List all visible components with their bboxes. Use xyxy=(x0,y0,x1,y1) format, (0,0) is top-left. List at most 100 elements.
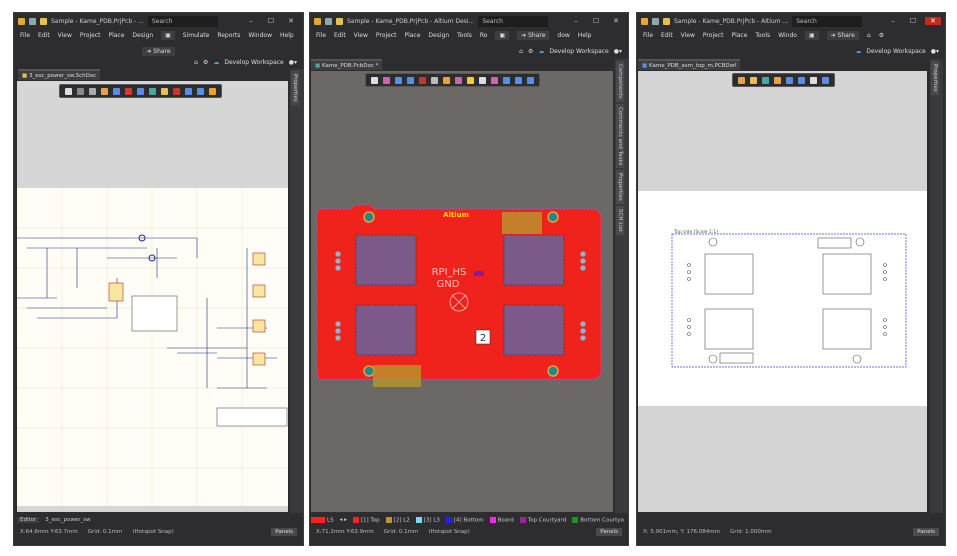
workspace-selector[interactable]: Develop Workspace xyxy=(866,48,925,55)
menu-view[interactable]: View xyxy=(681,32,695,39)
search-input[interactable]: Search xyxy=(792,15,863,27)
dimension-icon[interactable] xyxy=(798,76,805,84)
move-icon[interactable] xyxy=(77,87,84,95)
editor-tab[interactable]: Editor xyxy=(17,517,40,523)
menu-project[interactable]: Project xyxy=(376,32,397,39)
menu-tools[interactable]: Tools xyxy=(457,32,472,39)
save-icon[interactable] xyxy=(29,17,36,25)
bom-icon[interactable] xyxy=(786,76,793,84)
menu-file[interactable]: File xyxy=(643,32,653,39)
directive-icon[interactable] xyxy=(161,87,168,95)
menu-place[interactable]: Place xyxy=(731,32,747,39)
component-icon[interactable] xyxy=(419,76,426,84)
panels-button[interactable]: Panels xyxy=(596,528,622,536)
layer-tab-l3[interactable]: [3] L3 xyxy=(415,516,440,523)
comments-panel-tab[interactable]: Comments and Tasks xyxy=(616,103,624,169)
component-icon[interactable] xyxy=(101,87,108,95)
comment-icon[interactable]: ▣ xyxy=(804,31,819,40)
layer-tab-top-courtyard[interactable]: Top Courtyard xyxy=(519,516,566,523)
open-icon[interactable] xyxy=(336,17,343,25)
filter-icon[interactable] xyxy=(65,87,72,95)
harness-icon[interactable] xyxy=(209,87,216,95)
maximize-button[interactable]: ☐ xyxy=(263,17,279,25)
share-button[interactable]: ➜ Share xyxy=(142,47,175,56)
gear-icon[interactable]: ⚙ xyxy=(528,48,533,55)
minimize-button[interactable]: – xyxy=(885,17,901,25)
diff-pair-icon[interactable] xyxy=(455,76,462,84)
menu-simulate[interactable]: Simulate xyxy=(183,32,210,39)
text-icon[interactable] xyxy=(185,87,192,95)
properties-panel-tab[interactable]: Properties xyxy=(931,61,939,95)
minimize-button[interactable]: – xyxy=(243,17,259,25)
select-icon[interactable] xyxy=(407,76,414,84)
route-icon[interactable] xyxy=(383,76,390,84)
save-icon[interactable] xyxy=(652,17,659,25)
menu-edit[interactable]: Edit xyxy=(661,32,673,39)
drawing-canvas[interactable]: Top side (Scale 1:1) xyxy=(638,71,927,512)
maximize-button[interactable]: ☐ xyxy=(588,17,604,25)
sch-list-panel-tab[interactable]: SCH List xyxy=(616,206,624,235)
open-icon[interactable] xyxy=(663,17,670,25)
pad-icon[interactable] xyxy=(431,76,438,84)
menu-route[interactable]: Ro xyxy=(480,32,488,39)
close-button[interactable]: ✕ xyxy=(608,17,624,25)
polygon-icon[interactable] xyxy=(479,76,486,84)
via-icon[interactable] xyxy=(467,76,474,84)
search-input[interactable]: Search xyxy=(478,15,549,27)
sheet-symbol-icon[interactable] xyxy=(149,87,156,95)
properties-panel-tab[interactable]: Properties xyxy=(616,170,624,204)
home-icon[interactable]: ⌂ xyxy=(867,32,871,39)
home-icon[interactable]: ⌂ xyxy=(519,48,523,55)
layer-scroll-arrows[interactable]: ◂ ▸ xyxy=(340,517,347,523)
menu-view[interactable]: View xyxy=(58,32,72,39)
menu-edit[interactable]: Edit xyxy=(38,32,50,39)
minimize-button[interactable]: – xyxy=(568,17,584,25)
menu-help[interactable]: Help xyxy=(578,32,592,39)
menu-place[interactable]: Place xyxy=(404,32,420,39)
gear-icon[interactable]: ⚙ xyxy=(203,59,208,66)
menu-window[interactable]: dow xyxy=(557,32,569,39)
tab-pcbdoc[interactable]: ■ Kame_PDB.PcbDoc * xyxy=(311,59,383,70)
comment-icon[interactable]: ▣ xyxy=(161,31,175,40)
panels-button[interactable]: Panels xyxy=(271,528,297,536)
maximize-button[interactable]: ☐ xyxy=(905,17,921,25)
schematic-canvas[interactable] xyxy=(17,81,288,512)
select-icon[interactable] xyxy=(89,87,96,95)
close-button[interactable]: ✕ xyxy=(283,17,299,25)
layer-tab-top[interactable]: [1] Top xyxy=(352,516,380,523)
workspace-selector[interactable]: Develop Workspace xyxy=(224,59,283,66)
table-icon[interactable] xyxy=(810,76,817,84)
user-icon[interactable]: ●▾ xyxy=(931,48,939,55)
open-icon[interactable] xyxy=(40,17,47,25)
menu-place[interactable]: Place xyxy=(108,32,124,39)
layer-tab-bottom[interactable]: [4] Bottom xyxy=(445,516,484,523)
layer-tab-bottom-courtyard[interactable]: Bottom Courtya xyxy=(572,516,624,523)
interactive-route-icon[interactable] xyxy=(443,76,450,84)
workspace-selector[interactable]: Develop Workspace xyxy=(549,48,608,55)
menu-file[interactable]: File xyxy=(316,32,326,39)
close-button[interactable]: ✕ xyxy=(925,17,941,25)
menu-design[interactable]: Design xyxy=(132,32,153,39)
wire-icon[interactable] xyxy=(113,87,120,95)
keepout-icon[interactable] xyxy=(491,76,498,84)
layer-tab-l2[interactable]: [2] L2 xyxy=(385,516,410,523)
arc-icon[interactable] xyxy=(197,87,204,95)
user-icon[interactable]: ●▾ xyxy=(614,48,622,55)
menu-file[interactable]: File xyxy=(20,32,30,39)
text-icon[interactable] xyxy=(515,76,522,84)
save-icon[interactable] xyxy=(325,17,332,25)
no-erc-icon[interactable] xyxy=(173,87,180,95)
line-icon[interactable] xyxy=(822,76,829,84)
tab-schdoc[interactable]: ■ 3_esc_power_sw.SchDoc xyxy=(18,69,101,80)
menu-tools[interactable]: Tools xyxy=(755,32,770,39)
menu-reports[interactable]: Reports xyxy=(217,32,240,39)
dimension-icon[interactable] xyxy=(503,76,510,84)
tab-pcbdwf[interactable]: ■ Kame_PDB_asm_top_m.PCBDwf xyxy=(638,59,741,70)
search-input[interactable]: Search xyxy=(147,15,218,27)
share-button[interactable]: ➜ Share xyxy=(826,31,859,40)
circle-icon[interactable] xyxy=(774,76,781,84)
cross-icon[interactable] xyxy=(395,76,402,84)
layer-stack-icon[interactable] xyxy=(762,76,769,84)
share-button[interactable]: ➜ Share xyxy=(517,31,550,40)
menu-project[interactable]: Project xyxy=(703,32,724,39)
